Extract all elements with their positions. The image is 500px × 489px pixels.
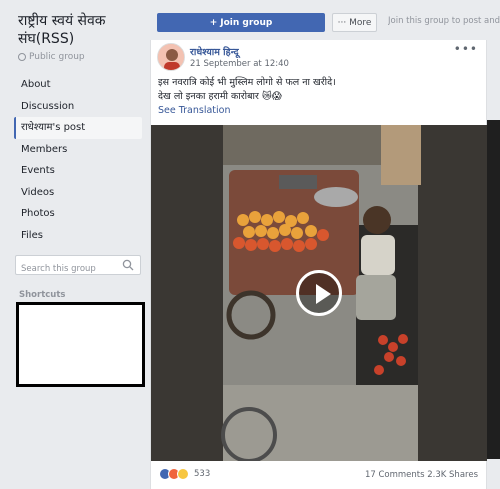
nav-item-videos[interactable]: Videos xyxy=(14,182,142,204)
adjacent-video-clip xyxy=(487,120,500,459)
group-search-input[interactable] xyxy=(16,260,116,278)
join-group-label: Join group xyxy=(220,17,273,28)
left-sidebar: राष्ट्रीय स्वयं सेवक संघ(RSS) Public gro… xyxy=(0,0,150,489)
nav-item-files[interactable]: Files xyxy=(14,225,142,247)
avatar[interactable] xyxy=(157,43,185,71)
post-video[interactable] xyxy=(151,125,487,461)
nav-item-about[interactable]: About xyxy=(14,74,142,96)
group-nav: About Discussion राधेश्याम's post Member… xyxy=(14,74,142,246)
search-icon[interactable] xyxy=(122,259,134,271)
nav-item-events[interactable]: Events xyxy=(14,160,142,182)
plus-icon: + xyxy=(209,17,218,28)
shortcut-redacted-box xyxy=(16,302,145,387)
sad-reaction-icon xyxy=(177,468,189,480)
reactions-summary[interactable]: 533 xyxy=(159,468,210,480)
play-button-icon[interactable] xyxy=(296,270,342,316)
nav-item-members[interactable]: Members xyxy=(14,139,142,161)
join-hint-text: Join this group to post and com xyxy=(388,16,500,26)
post-timestamp[interactable]: 21 September at 12:40 xyxy=(190,59,289,69)
group-search xyxy=(15,255,141,278)
group-privacy: Public group xyxy=(18,52,85,62)
more-dots-icon: ··· xyxy=(337,17,350,28)
post-text-line1: इस नवरात्रि कोई भी मुस्लिम लोगो से फल ना… xyxy=(158,77,336,88)
reaction-count: 533 xyxy=(194,469,211,479)
post-text-line2: देख लो इनका हरामी कारोबार 😿😱 xyxy=(158,91,282,102)
more-button[interactable]: ··· More xyxy=(332,13,377,32)
avatar-face-icon xyxy=(158,44,184,70)
shortcuts-label: Shortcuts xyxy=(19,290,66,300)
more-label: More xyxy=(349,17,372,28)
globe-icon xyxy=(18,53,26,61)
group-title[interactable]: राष्ट्रीय स्वयं सेवक संघ(RSS) xyxy=(18,12,148,48)
nav-item-photos[interactable]: Photos xyxy=(14,203,142,225)
nav-item-post[interactable]: राधेश्याम's post xyxy=(14,117,142,139)
group-privacy-label: Public group xyxy=(29,52,85,62)
see-translation-link[interactable]: See Translation xyxy=(158,105,231,116)
post-options-icon[interactable]: ••• xyxy=(454,42,478,56)
post-footer: 533 17 Comments 2.3K Shares xyxy=(151,465,487,489)
post-author[interactable]: राधेश्याम हिन्दू xyxy=(190,45,239,58)
post-card: राधेश्याम हिन्दू 21 September at 12:40 •… xyxy=(150,40,487,489)
post-stats[interactable]: 17 Comments 2.3K Shares xyxy=(365,470,478,480)
group-action-bar: + Join group ··· More Join this group to… xyxy=(150,0,500,40)
join-group-button[interactable]: + Join group xyxy=(157,13,325,32)
nav-item-discussion[interactable]: Discussion xyxy=(14,96,142,118)
post-text: इस नवरात्रि कोई भी मुस्लिम लोगो से फल ना… xyxy=(158,76,483,104)
